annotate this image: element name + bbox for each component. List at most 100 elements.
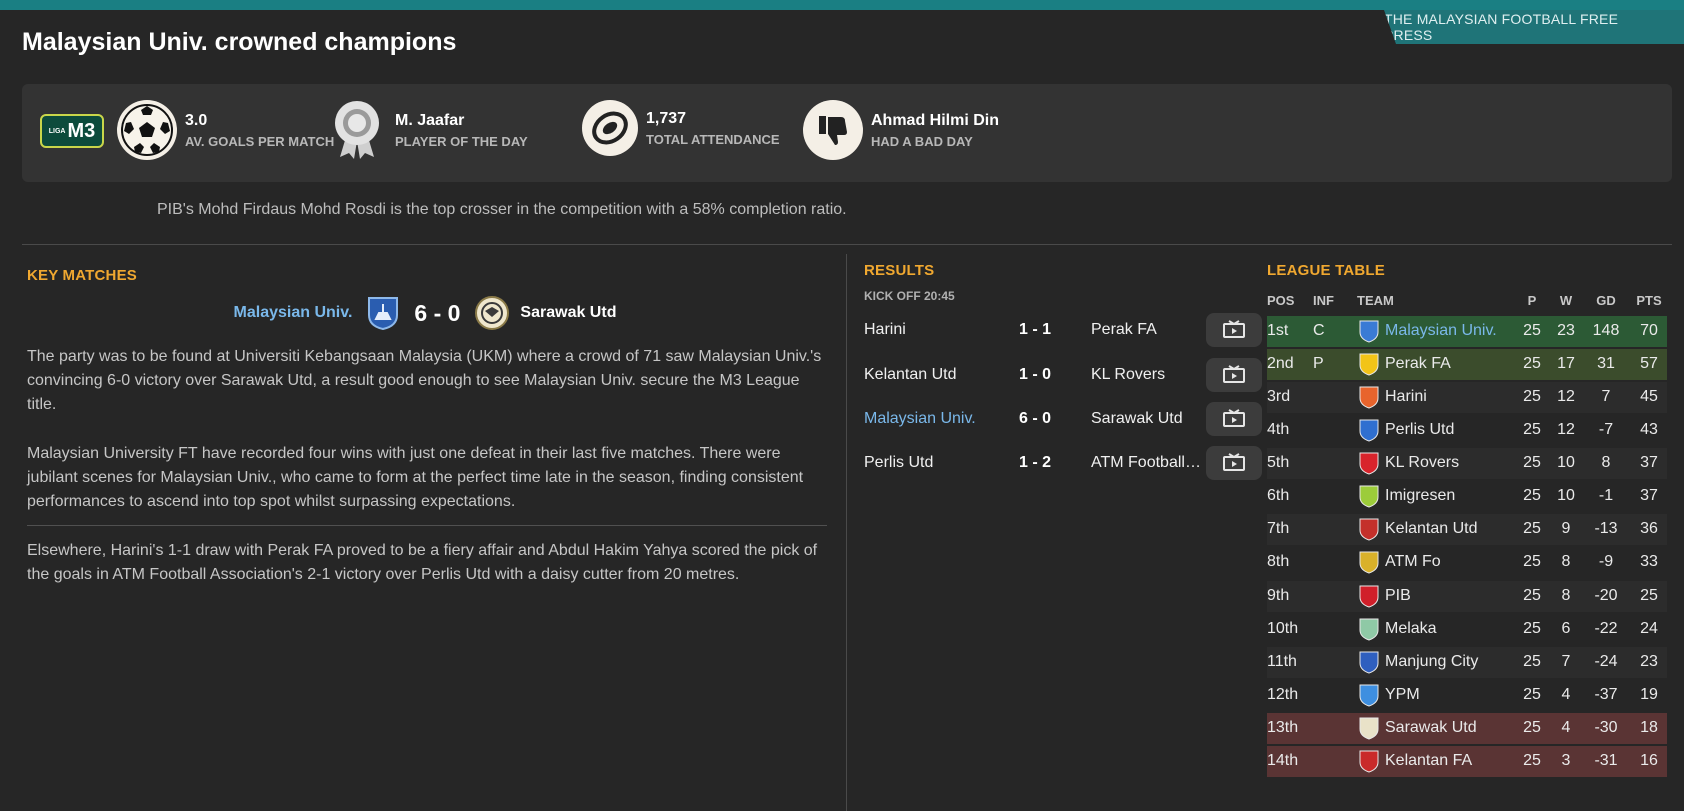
row-won: 10 — [1557, 454, 1575, 471]
league-table-row[interactable]: 7th Kelantan Utd 25 9 -13 36 — [1267, 514, 1667, 545]
row-goal-diff: -7 — [1598, 421, 1614, 438]
col-team[interactable]: TEAM — [1357, 293, 1394, 308]
row-team-name[interactable]: YPM — [1385, 686, 1420, 704]
result-row[interactable]: Malaysian Univ. 6 - 0 Sarawak Utd — [864, 401, 1264, 437]
col-inf[interactable]: INF — [1313, 293, 1334, 308]
watch-highlights-button[interactable] — [1206, 358, 1262, 392]
team-crest-icon — [1357, 617, 1381, 641]
row-points: 70 — [1640, 322, 1658, 339]
row-position: 2nd — [1267, 355, 1294, 372]
result-home-team[interactable]: Kelantan Utd — [864, 366, 989, 384]
football-icon — [117, 100, 177, 160]
row-team-name[interactable]: KL Rovers — [1385, 454, 1459, 472]
key-match-home-team[interactable]: Malaysian Univ. — [234, 304, 353, 322]
row-goal-diff: 31 — [1597, 355, 1615, 372]
award-medal-icon — [327, 100, 387, 160]
row-won: 9 — [1561, 520, 1571, 537]
result-home-team[interactable]: Perlis Utd — [864, 454, 989, 472]
result-row[interactable]: Harini 1 - 1 Perak FA — [864, 312, 1264, 348]
row-goal-diff: 7 — [1601, 388, 1611, 405]
row-points: 23 — [1640, 653, 1658, 670]
result-away-team[interactable]: ATM Football Association — [1081, 454, 1204, 472]
row-goal-diff: -1 — [1598, 487, 1614, 504]
result-home-team[interactable]: Harini — [864, 321, 989, 339]
col-pos[interactable]: POS — [1267, 293, 1294, 308]
league-table-row[interactable]: 4th Perlis Utd 25 12 -7 43 — [1267, 415, 1667, 446]
row-points: 25 — [1640, 587, 1658, 604]
row-played: 25 — [1523, 587, 1541, 604]
team-crest-icon — [1357, 451, 1381, 475]
col-goal-diff[interactable]: GD — [1583, 293, 1629, 308]
col-points[interactable]: PTS — [1634, 293, 1664, 308]
row-goal-diff: -9 — [1598, 553, 1614, 570]
row-won: 4 — [1561, 686, 1571, 703]
result-away-team[interactable]: Sarawak Utd — [1081, 410, 1204, 428]
row-position: 13th — [1267, 719, 1299, 736]
row-team-name[interactable]: Perlis Utd — [1385, 421, 1454, 439]
row-team-name[interactable]: Imigresen — [1385, 487, 1455, 505]
row-position: 6th — [1267, 487, 1290, 504]
row-team-name[interactable]: Sarawak Utd — [1385, 719, 1477, 737]
row-team-name[interactable]: Malaysian Univ. — [1385, 322, 1497, 340]
row-team-name[interactable]: Kelantan FA — [1385, 752, 1472, 770]
key-match-summary[interactable]: Malaysian Univ. 6 - 0 Sarawak Utd — [22, 295, 828, 331]
row-team-name[interactable]: Harini — [1385, 388, 1427, 406]
row-won: 4 — [1561, 719, 1571, 736]
row-played: 25 — [1523, 322, 1541, 339]
row-goal-diff: -24 — [1594, 653, 1618, 670]
row-won: 8 — [1561, 553, 1571, 570]
league-table-row[interactable]: 2nd P Perak FA 25 17 31 57 — [1267, 349, 1667, 380]
team-crest-icon — [1357, 716, 1381, 740]
thumbs-down-icon — [803, 100, 863, 160]
team-crest-icon — [1357, 319, 1381, 343]
row-team-name[interactable]: PIB — [1385, 587, 1411, 605]
tv-play-icon — [1223, 409, 1245, 427]
row-team-name[interactable]: Perak FA — [1385, 355, 1451, 373]
col-won[interactable]: W — [1552, 293, 1580, 308]
row-position: 14th — [1267, 752, 1299, 769]
col-played[interactable]: P — [1517, 293, 1547, 308]
watch-highlights-button[interactable] — [1206, 446, 1262, 480]
watch-highlights-button[interactable] — [1206, 402, 1262, 436]
league-table-row[interactable]: 6th Imigresen 25 10 -1 37 — [1267, 481, 1667, 512]
row-team-name[interactable]: Kelantan Utd — [1385, 520, 1478, 538]
kickoff-time: KICK OFF 20:45 — [864, 289, 955, 303]
row-won: 23 — [1557, 322, 1575, 339]
league-table-row[interactable]: 13th Sarawak Utd 25 4 -30 18 — [1267, 713, 1667, 744]
row-goal-diff: -20 — [1594, 587, 1618, 604]
key-match-away-team[interactable]: Sarawak Utd — [520, 304, 616, 322]
result-away-team[interactable]: KL Rovers — [1081, 366, 1204, 384]
result-row[interactable]: Kelantan Utd 1 - 0 KL Rovers — [864, 357, 1264, 393]
league-table-row[interactable]: 10th Melaka 25 6 -22 24 — [1267, 614, 1667, 645]
watch-highlights-button[interactable] — [1206, 313, 1262, 347]
league-table-row[interactable]: 14th Kelantan FA 25 3 -31 16 — [1267, 746, 1667, 777]
result-row[interactable]: Perlis Utd 1 - 2 ATM Football Associatio… — [864, 445, 1264, 481]
league-table-row[interactable]: 5th KL Rovers 25 10 8 37 — [1267, 448, 1667, 479]
result-away-team[interactable]: Perak FA — [1081, 321, 1204, 339]
league-table-row[interactable]: 12th YPM 25 4 -37 19 — [1267, 680, 1667, 711]
tv-play-icon — [1223, 365, 1245, 383]
row-won: 3 — [1561, 752, 1571, 769]
league-logo: LIGA M3 — [40, 114, 104, 148]
key-matches-title: KEY MATCHES — [27, 267, 137, 284]
row-team-name[interactable]: ATM Fo — [1385, 553, 1441, 571]
result-score: 6 - 0 — [1018, 410, 1051, 427]
match-report-paragraph: Elsewhere, Harini's 1-1 draw with Perak … — [27, 542, 818, 583]
league-logo-name: M3 — [67, 119, 96, 142]
row-played: 25 — [1523, 421, 1541, 438]
league-table-row[interactable]: 8th ATM Fo 25 8 -9 33 — [1267, 547, 1667, 578]
league-table-row[interactable]: 3rd Harini 25 12 7 45 — [1267, 382, 1667, 413]
row-position: 3rd — [1267, 388, 1291, 405]
row-goal-diff: -30 — [1594, 719, 1618, 736]
match-report-paragraph: Malaysian University FT have recorded fo… — [27, 445, 804, 510]
league-table-row[interactable]: 9th PIB 25 8 -20 25 — [1267, 581, 1667, 612]
stat-label: TOTAL ATTENDANCE — [646, 131, 780, 147]
league-table-row[interactable]: 1st C Malaysian Univ. 25 23 148 70 — [1267, 316, 1667, 347]
result-home-team[interactable]: Malaysian Univ. — [864, 410, 989, 428]
stat-bad-day: Ahmad Hilmi Din HAD A BAD DAY — [803, 100, 999, 160]
row-team-name[interactable]: Melaka — [1385, 620, 1437, 638]
press-name-tag: THE MALAYSIAN FOOTBALL FREE PRESS — [1384, 10, 1684, 44]
stat-value: Ahmad Hilmi Din — [871, 111, 1000, 129]
row-team-name[interactable]: Manjung City — [1385, 653, 1478, 671]
league-table-row[interactable]: 11th Manjung City 25 7 -24 23 — [1267, 647, 1667, 678]
